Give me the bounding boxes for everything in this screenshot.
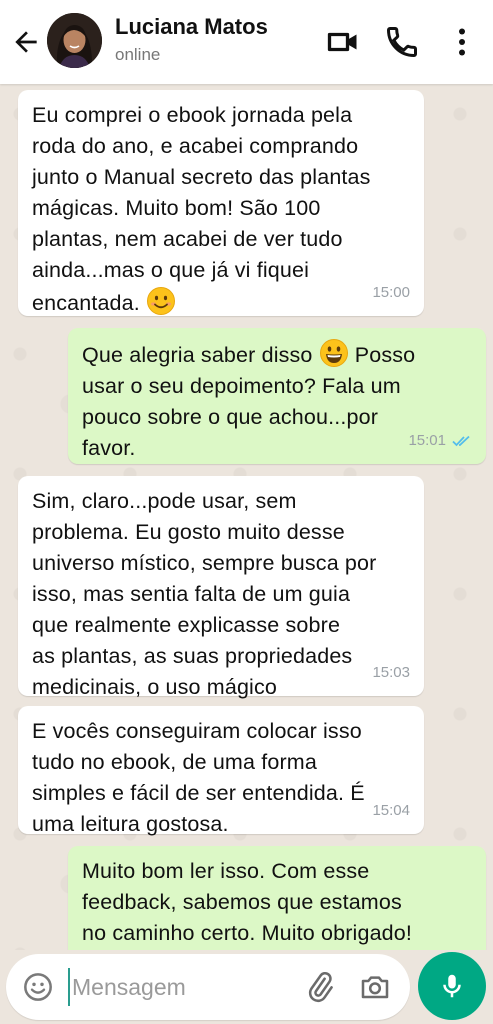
message-bubble-outgoing[interactable]: Muito bom ler isso. Com esse feedback, s…: [68, 846, 486, 950]
contact-status: online: [115, 45, 161, 64]
camera-icon[interactable]: [359, 971, 391, 1003]
chat-header: Luciana Matos online: [0, 0, 493, 84]
message-text: Que alegria saber disso: [82, 343, 313, 367]
message-input-container: [6, 954, 410, 1020]
message-composer: [0, 950, 493, 1024]
message-text: E vocês conseguiram colocar isso tudo no…: [32, 719, 365, 836]
avatar[interactable]: [47, 13, 102, 68]
emoji-icon[interactable]: [22, 971, 54, 1003]
message-time: 15:04: [372, 802, 410, 819]
double-check-read-icon: [452, 435, 470, 446]
message-bubble-incoming[interactable]: Eu comprei o ebook jornada pela roda do …: [18, 90, 424, 316]
message-time: 15:00: [372, 284, 410, 301]
message-input[interactable]: [68, 968, 288, 1006]
more-vertical-icon[interactable]: [444, 24, 480, 60]
message-time: 15:01: [408, 425, 472, 456]
grinning-face-emoji: [319, 339, 348, 367]
contact-name[interactable]: Luciana Matos: [115, 14, 268, 40]
arrow-left-icon[interactable]: [10, 26, 42, 58]
message-list[interactable]: Eu comprei o ebook jornada pela roda do …: [0, 84, 493, 950]
video-call-icon[interactable]: [325, 24, 361, 60]
message-bubble-outgoing[interactable]: Que alegria saber disso Posso usar o seu…: [68, 328, 486, 464]
smiling-face-emoji: [147, 287, 176, 315]
message-bubble-incoming[interactable]: Sim, claro...pode usar, sem problema. Eu…: [18, 476, 424, 699]
message-text: Muito bom ler isso. Com esse feedback, s…: [82, 859, 413, 945]
message-time: 15:03: [372, 664, 410, 681]
message-text: Eu comprei o ebook jornada pela roda do …: [32, 103, 371, 315]
message-bubble-incoming[interactable]: E vocês conseguiram colocar isso tudo no…: [18, 706, 424, 836]
microphone-button[interactable]: [418, 952, 486, 1020]
phone-icon[interactable]: [384, 24, 420, 60]
message-text: Sim, claro...pode usar, sem problema. Eu…: [32, 489, 377, 699]
microphone-icon: [443, 974, 461, 998]
paperclip-icon[interactable]: [304, 971, 336, 1003]
